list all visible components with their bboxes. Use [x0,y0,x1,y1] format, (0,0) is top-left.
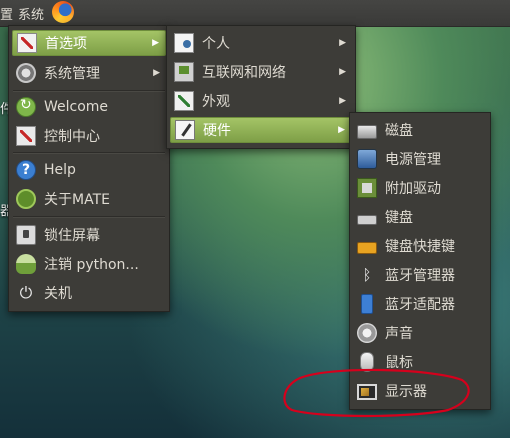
network-icon [174,62,194,82]
help-icon: ? [16,160,36,180]
menu-item-control-center[interactable]: 控制中心 [12,123,166,149]
menu-item-label: 硬件 [203,123,231,139]
menu-item-label: 互联网和网络 [202,65,286,81]
menu-item-disks[interactable]: 磁盘 [353,117,487,143]
preferences-icon [17,33,37,53]
menu-item-label: 附加驱动 [385,181,441,197]
menu-item-label: 控制中心 [44,129,100,145]
menu-item-label: 磁盘 [385,123,413,139]
firefox-icon[interactable] [52,1,74,23]
system-menu-button[interactable]: 系统 [14,4,48,23]
submenu-arrow-icon: ▶ [339,96,346,106]
menu-item-label: 显示器 [385,384,427,400]
menu-item-preferences[interactable]: 首选项 ▶ [12,30,166,56]
menu-separator [13,216,165,218]
display-icon [357,384,377,400]
menu-item-welcome[interactable]: Welcome [12,94,166,120]
menu-item-appearance[interactable]: 外观 ▶ [170,88,352,114]
about-mate-icon [16,189,36,209]
menu-item-label: 关于MATE [44,192,110,208]
menu-item-help[interactable]: ? Help [12,157,166,183]
lock-screen-icon [16,225,36,245]
disk-icon [357,124,377,139]
menu-item-logout[interactable]: 注销 python... [12,251,166,277]
submenu-arrow-icon: ▶ [339,67,346,77]
menu-item-personal[interactable]: 个人 ▶ [170,30,352,56]
menu-item-label: 系统管理 [44,66,100,82]
hardware-icon [175,120,195,140]
bluetooth-icon: ᛒ [362,266,372,284]
system-menu: 首选项 ▶ 系统管理 ▶ Welcome 控制中心 ? Help 关于MATE … [8,25,170,312]
power-management-icon [357,149,377,169]
menu-item-label: 键盘快捷键 [385,239,455,255]
logout-icon [16,254,36,274]
top-panel: 置 系统 [0,0,510,27]
welcome-icon [16,97,36,117]
menu-item-label: 蓝牙管理器 [385,268,455,284]
menu-item-label: 键盘 [385,210,413,226]
submenu-arrow-icon: ▶ [339,38,346,48]
menu-item-about-mate[interactable]: 关于MATE [12,186,166,212]
appearance-icon [174,91,194,111]
menu-item-label: 锁住屏幕 [44,228,100,244]
bluetooth-adapter-icon [361,294,373,314]
menu-item-power-management[interactable]: 电源管理 [353,146,487,172]
menu-item-sound[interactable]: 声音 [353,320,487,346]
sound-icon [357,323,377,343]
menu-item-system-admin[interactable]: 系统管理 ▶ [12,60,166,86]
panel-menu-fragment[interactable]: 置 [0,4,13,23]
submenu-arrow-icon: ▶ [153,68,160,78]
keyboard-icon [357,214,377,225]
menu-separator [13,152,165,154]
menu-item-shutdown[interactable]: ⏻ 关机 [12,280,166,306]
menu-item-keyboard-shortcuts[interactable]: 键盘快捷键 [353,233,487,259]
power-icon: ⏻ [19,283,33,302]
menu-separator [13,90,165,92]
menu-item-mouse[interactable]: 鼠标 [353,349,487,375]
menu-item-label: 首选项 [45,36,87,52]
menu-item-label: 关机 [44,286,72,302]
menu-item-additional-drivers[interactable]: 附加驱动 [353,175,487,201]
menu-item-label: 个人 [202,36,230,52]
menu-item-bluetooth-manager[interactable]: ᛒ 蓝牙管理器 [353,262,487,288]
menu-item-label: 蓝牙适配器 [385,297,455,313]
menu-item-label: 外观 [202,94,230,110]
menu-item-label: 鼠标 [385,355,413,371]
menu-item-bluetooth-adapter[interactable]: 蓝牙适配器 [353,291,487,317]
menu-item-hardware[interactable]: 硬件 ▶ [170,117,352,143]
menu-item-lock-screen[interactable]: 锁住屏幕 [12,222,166,248]
menu-item-label: Help [44,162,76,178]
mouse-icon [360,352,374,372]
menu-item-display[interactable]: 显示器 [353,378,487,404]
menu-item-label: 电源管理 [385,152,441,168]
additional-drivers-icon [357,178,377,198]
menu-item-label: 声音 [385,326,413,342]
personal-icon [174,33,194,53]
menu-item-keyboard[interactable]: 键盘 [353,204,487,230]
hardware-menu: 磁盘 电源管理 附加驱动 键盘 键盘快捷键 ᛒ 蓝牙管理器 蓝牙适配器 声音 鼠… [349,112,491,410]
menu-item-label: 注销 python... [44,257,139,273]
submenu-arrow-icon: ▶ [338,125,345,135]
control-center-icon [16,126,36,146]
submenu-arrow-icon: ▶ [152,38,159,48]
preferences-menu: 个人 ▶ 互联网和网络 ▶ 外观 ▶ 硬件 ▶ [166,25,356,149]
menu-item-network[interactable]: 互联网和网络 ▶ [170,59,352,85]
menu-item-label: Welcome [44,99,109,115]
system-admin-icon [16,63,36,83]
keyboard-shortcuts-icon [357,242,377,254]
